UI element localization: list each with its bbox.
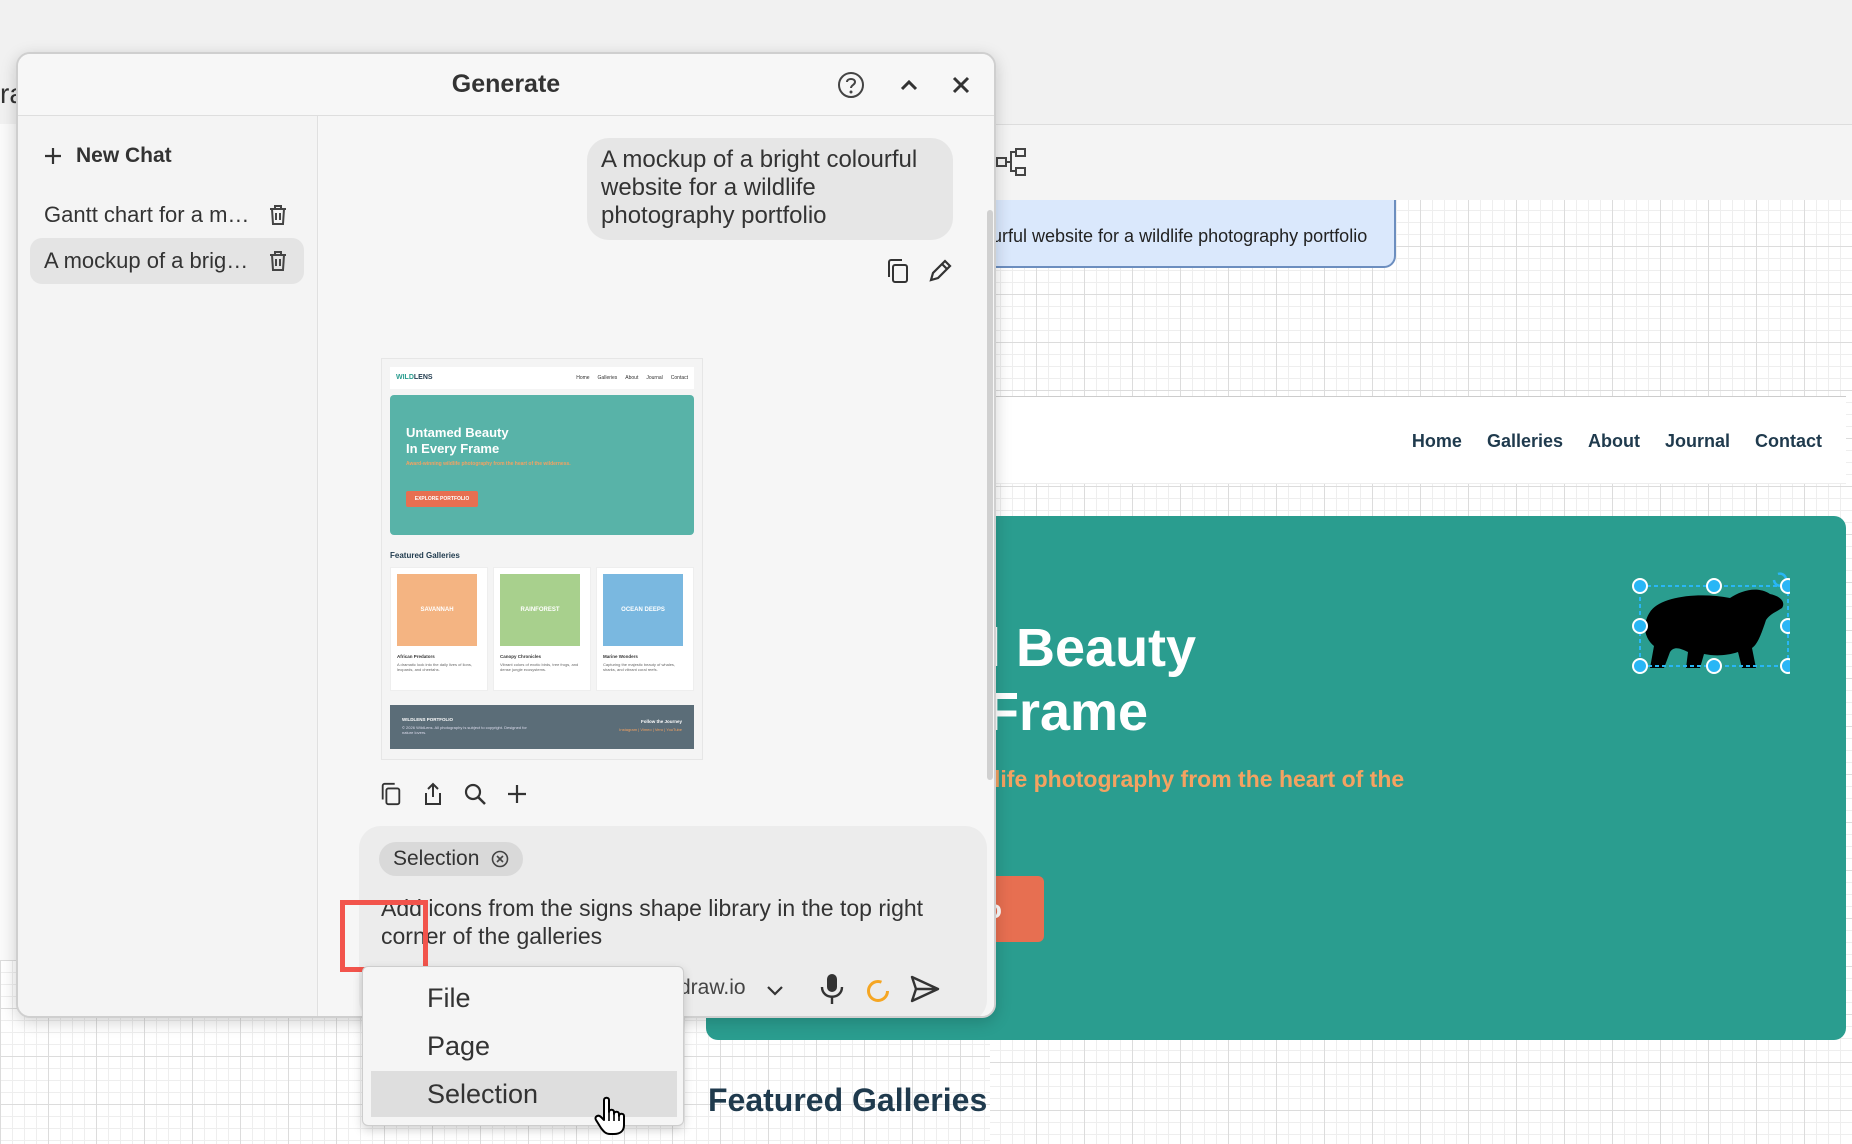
preview-hero-subtitle: Award-winning wildlife photography from … [406, 461, 571, 467]
preview-actions [377, 780, 531, 808]
chat-history-sidebar: New Chat Gantt chart for a m… A mockup o… [18, 116, 318, 1016]
history-item-label: Gantt chart for a m… [44, 202, 250, 227]
toolbar [990, 124, 1852, 200]
chat-scrollbar[interactable] [987, 210, 993, 780]
copy-icon [381, 782, 401, 806]
preview-hero: Untamed Beauty In Every Frame Award-winn… [390, 395, 694, 535]
loading-spinner-icon [867, 980, 889, 1002]
preview-logo: WILDLENS [396, 374, 433, 381]
new-chat-label: New Chat [76, 144, 172, 167]
layout-tree-icon[interactable] [995, 146, 1027, 178]
copy-icon[interactable] [885, 258, 911, 284]
preview-card: OCEAN DEEPS Marine Wonders Capturing the… [596, 567, 694, 691]
prompt-note-shape[interactable]: urful website for a wildlife photography… [960, 200, 1396, 268]
mockup-site-nav: Home Galleries About Journal Contact [1412, 431, 1822, 452]
chevron-down-icon[interactable] [765, 980, 785, 1000]
attach-context-menu: File Page Selection [362, 966, 684, 1126]
dialog-header: Generate [18, 54, 994, 116]
generated-diagram-preview[interactable]: WILDLENS Home Galleries About Journal Contac… [381, 358, 703, 760]
menu-item-selection[interactable]: Selection [371, 1071, 677, 1117]
mockup-site-header[interactable]: Home Galleries About Journal Contact [990, 396, 1846, 484]
export-button[interactable] [419, 780, 447, 808]
preview-nav: WILDLENS Home Galleries About Journal Contac… [390, 367, 694, 389]
generate-dialog: Generate New Chat Gantt chart for a m… A… [16, 52, 996, 1018]
remove-circle-icon[interactable] [491, 850, 509, 868]
edit-pencil-icon[interactable] [927, 258, 953, 284]
close-button[interactable] [946, 70, 976, 100]
history-item-active[interactable]: A mockup of a brig… [30, 238, 304, 284]
hero-subtitle: life photography from the heart of the [994, 766, 1405, 792]
menu-item-file[interactable]: File [371, 975, 677, 1021]
prompt-textarea[interactable]: Add icons from the signs shape library i… [381, 894, 977, 950]
nav-home[interactable]: Home [1412, 431, 1462, 452]
collapse-button[interactable] [894, 70, 924, 100]
context-chip-label: Selection [393, 847, 480, 870]
help-button[interactable] [836, 70, 866, 100]
model-select[interactable]: draw.io [679, 976, 746, 1000]
nav-about[interactable]: About [1588, 431, 1640, 452]
preview-card: SAVANNAH African Predators A dramatic lo… [390, 567, 488, 691]
new-chat-button[interactable]: New Chat [44, 144, 172, 168]
user-message-bubble: A mockup of a bright colourful website f… [587, 138, 953, 240]
history-item[interactable]: Gantt chart for a m… [30, 192, 304, 238]
trash-icon[interactable] [268, 250, 288, 272]
hero-title: l Beauty Frame [986, 618, 1197, 742]
insert-button[interactable] [503, 780, 531, 808]
featured-galleries-heading: Featured Galleries [708, 1082, 988, 1118]
send-icon[interactable] [909, 974, 941, 1004]
preview-footer: WILDLENS PORTFOLIO © 2026 WildLens. All … [390, 705, 694, 749]
copy-preview-button[interactable] [377, 780, 405, 808]
hand-pointer-cursor-icon [594, 1096, 625, 1135]
history-item-label: A mockup of a brig… [44, 248, 249, 273]
close-icon [952, 76, 970, 94]
message-actions [885, 258, 953, 284]
attach-button-highlight [340, 900, 428, 972]
microphone-icon[interactable] [819, 972, 845, 1006]
preview-nav-links: Home Galleries About Journal Contact [576, 375, 688, 381]
zoom-button[interactable] [461, 780, 489, 808]
chevron-up-icon [900, 79, 918, 91]
plus-icon [508, 785, 526, 803]
menu-item-page[interactable]: Page [371, 1023, 677, 1069]
help-circle-icon [838, 72, 864, 98]
search-icon [464, 783, 486, 805]
preview-hero-button: EXPLORE PORTFOLIO [406, 491, 478, 507]
share-icon [425, 782, 441, 805]
plus-icon [45, 148, 61, 164]
bear-icon[interactable] [1630, 572, 1790, 680]
trash-icon[interactable] [268, 204, 288, 226]
nav-contact[interactable]: Contact [1755, 431, 1822, 452]
preview-card: RAINFOREST Canopy Chronicles Vibrant col… [493, 567, 591, 691]
preview-hero-title: Untamed Beauty In Every Frame [406, 425, 509, 456]
nav-journal[interactable]: Journal [1665, 431, 1730, 452]
context-chip[interactable]: Selection [379, 842, 524, 876]
nav-galleries[interactable]: Galleries [1487, 431, 1563, 452]
preview-featured-title: Featured Galleries [390, 551, 460, 560]
chat-panel: A mockup of a bright colourful website f… [319, 116, 994, 1016]
